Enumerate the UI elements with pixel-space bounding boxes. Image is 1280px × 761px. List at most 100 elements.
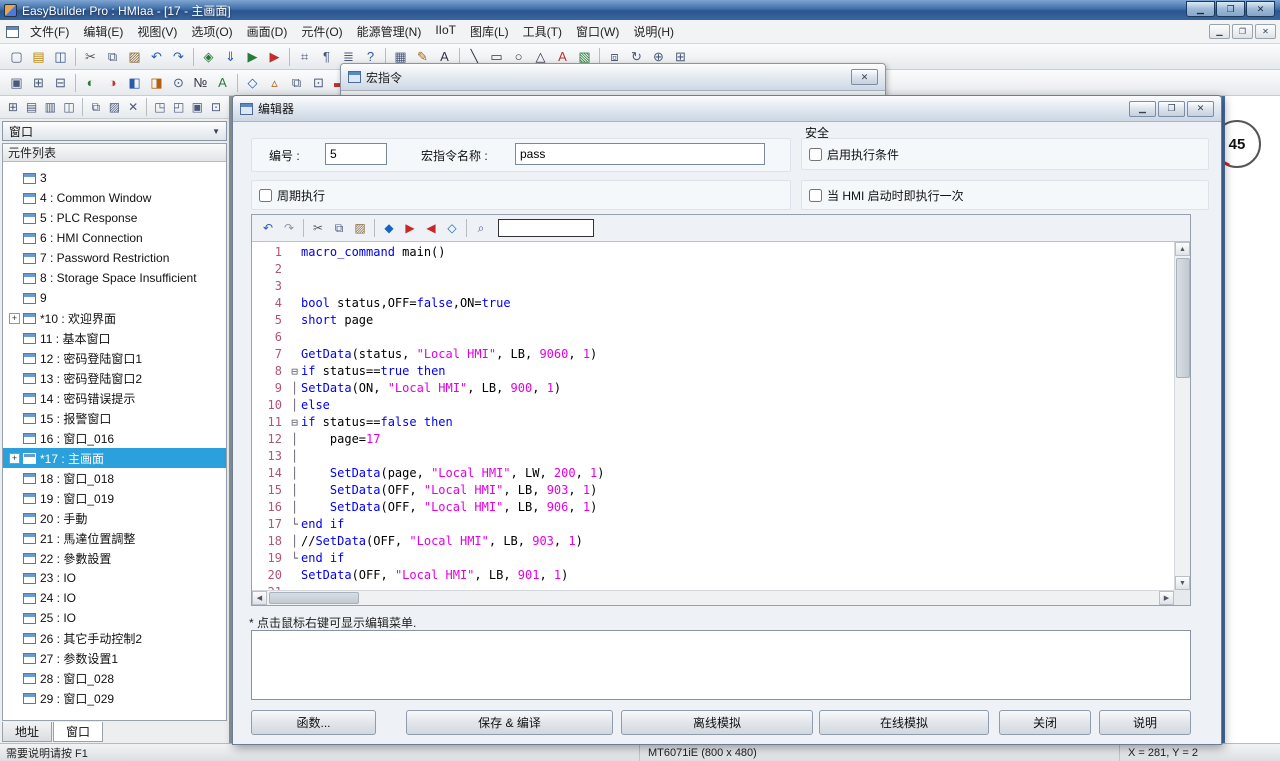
new-file-icon[interactable]: ▢ bbox=[6, 46, 27, 67]
window-settings-icon[interactable]: ▣ bbox=[188, 98, 206, 117]
menu-item-7[interactable]: IIoT bbox=[428, 20, 463, 43]
label-library-icon[interactable]: ¶ bbox=[316, 46, 337, 67]
close-button[interactable]: ✕ bbox=[1246, 1, 1275, 17]
code-line[interactable]: 3 bbox=[252, 278, 1174, 295]
tree-item-23[interactable]: 26 : 其它手动控制2 bbox=[3, 628, 226, 648]
horizontal-scroll-thumb[interactable] bbox=[269, 592, 359, 604]
offline-simulation-button[interactable]: 离线模拟 bbox=[621, 710, 813, 735]
tree-item-22[interactable]: 25 : IO bbox=[3, 608, 226, 628]
macro-number-input[interactable] bbox=[325, 143, 387, 165]
mdi-child-icon[interactable] bbox=[6, 26, 19, 38]
open-file-icon[interactable]: ▤ bbox=[28, 46, 49, 67]
tree-item-13[interactable]: 16 : 窗口_016 bbox=[3, 428, 226, 448]
indirect-window-icon[interactable]: ⧉ bbox=[286, 72, 307, 93]
cut-icon[interactable]: ✂ bbox=[308, 218, 328, 238]
run-once-checkbox-input[interactable] bbox=[809, 189, 822, 202]
moving-shape-icon[interactable]: ◇ bbox=[242, 72, 263, 93]
menu-item-2[interactable]: 视图(V) bbox=[130, 20, 184, 43]
undo-icon[interactable]: ↶ bbox=[258, 218, 278, 238]
code-line[interactable]: 8⊟if status==true then bbox=[252, 363, 1174, 380]
tree-item-3[interactable]: 6 : HMI Connection bbox=[3, 228, 226, 248]
run-once-checkbox[interactable]: 当 HMI 启动时即执行一次 bbox=[809, 185, 964, 205]
panel-tab-1[interactable]: 窗口 bbox=[53, 722, 103, 742]
help-button[interactable]: 说明 bbox=[1099, 710, 1191, 735]
code-line[interactable]: 12│ page=17 bbox=[252, 431, 1174, 448]
collapse-all-icon[interactable]: ◰ bbox=[170, 98, 188, 117]
code-line[interactable]: 10│else bbox=[252, 397, 1174, 414]
ascii-input-icon[interactable]: A bbox=[212, 72, 233, 93]
code-search-input[interactable] bbox=[498, 219, 594, 237]
online-simulation-button[interactable]: 在线模拟 bbox=[819, 710, 989, 735]
window-paste-icon[interactable]: ▨ bbox=[106, 98, 124, 117]
macro-window-close-button[interactable]: ✕ bbox=[851, 69, 878, 85]
bit-lamp-icon[interactable]: ◐ bbox=[80, 72, 101, 93]
panel-tab-0[interactable]: 地址 bbox=[2, 722, 52, 742]
download-icon[interactable]: ⇓ bbox=[220, 46, 241, 67]
object-list-icon[interactable]: ▥ bbox=[41, 98, 59, 117]
redo-icon[interactable]: ↷ bbox=[168, 46, 189, 67]
window-settings-icon[interactable]: ▣ bbox=[6, 72, 27, 93]
tree-item-10[interactable]: 13 : 密码登陆窗口2 bbox=[3, 368, 226, 388]
mdi-restore-button[interactable]: ❐ bbox=[1232, 24, 1253, 39]
macro-name-input[interactable] bbox=[515, 143, 765, 165]
scroll-down-arrow[interactable]: ▼ bbox=[1175, 576, 1190, 590]
menu-item-10[interactable]: 窗口(W) bbox=[569, 20, 626, 43]
code-line[interactable]: 4bool status,OFF=false,ON=true bbox=[252, 295, 1174, 312]
code-line[interactable]: 14│ SetData(page, "Local HMI", LW, 200, … bbox=[252, 465, 1174, 482]
window-tree-icon[interactable]: ▤ bbox=[23, 98, 41, 117]
menu-item-4[interactable]: 画面(D) bbox=[240, 20, 295, 43]
code-line[interactable]: 16│ SetData(OFF, "Local HMI", LB, 906, 1… bbox=[252, 499, 1174, 516]
editor-close-button[interactable]: ✕ bbox=[1187, 101, 1214, 117]
menu-item-3[interactable]: 选项(O) bbox=[184, 20, 239, 43]
scroll-right-arrow[interactable]: ▶ bbox=[1159, 591, 1174, 605]
maximize-button[interactable]: ❐ bbox=[1216, 1, 1245, 17]
mdi-minimize-button[interactable]: ▁ bbox=[1209, 24, 1230, 39]
menu-item-5[interactable]: 元件(O) bbox=[294, 20, 349, 43]
tree-item-7[interactable]: +*10 : 欢迎界面 bbox=[3, 308, 226, 328]
window-copy-icon[interactable]: ⧉ bbox=[87, 98, 105, 117]
numeric-input-icon[interactable]: № bbox=[190, 72, 211, 93]
bookmark-toggle-icon[interactable]: ◆ bbox=[379, 218, 399, 238]
tree-item-14[interactable]: +*17 : 主画面 bbox=[3, 448, 226, 468]
tree-item-18[interactable]: 21 : 馬達位置調整 bbox=[3, 528, 226, 548]
code-line[interactable]: 2 bbox=[252, 261, 1174, 278]
tree-item-20[interactable]: 23 : IO bbox=[3, 568, 226, 588]
functions-button[interactable]: 函数... bbox=[251, 710, 376, 735]
periodic-checkbox-input[interactable] bbox=[259, 189, 272, 202]
tree-item-4[interactable]: 7 : Password Restriction bbox=[3, 248, 226, 268]
address-grid-icon[interactable]: ⌗ bbox=[294, 46, 315, 67]
periodic-checkbox[interactable]: 周期执行 bbox=[259, 185, 325, 205]
paste-icon[interactable]: ▨ bbox=[350, 218, 370, 238]
paste-icon[interactable]: ▨ bbox=[124, 46, 145, 67]
tree-item-1[interactable]: 4 : Common Window bbox=[3, 188, 226, 208]
tree-item-26[interactable]: 29 : 窗口_029 bbox=[3, 688, 226, 708]
code-line[interactable]: 13│ bbox=[252, 448, 1174, 465]
tree-item-24[interactable]: 27 : 参数设置1 bbox=[3, 648, 226, 668]
code-line[interactable]: 5short page bbox=[252, 312, 1174, 329]
direct-window-icon[interactable]: ⊡ bbox=[308, 72, 329, 93]
minimize-button[interactable]: ▁ bbox=[1186, 1, 1215, 17]
menu-item-9[interactable]: 工具(T) bbox=[516, 20, 569, 43]
tree-expander-icon[interactable]: + bbox=[9, 453, 20, 464]
compile-message-box[interactable] bbox=[251, 630, 1191, 700]
code-line[interactable]: 11⊟if status==false then bbox=[252, 414, 1174, 431]
tree-item-25[interactable]: 28 : 窗口_028 bbox=[3, 668, 226, 688]
animation-icon[interactable]: ▵ bbox=[264, 72, 285, 93]
redo-icon[interactable]: ↷ bbox=[279, 218, 299, 238]
menu-item-1[interactable]: 编辑(E) bbox=[76, 20, 130, 43]
tree-item-8[interactable]: 11 : 基本窗口 bbox=[3, 328, 226, 348]
bookmark-next-icon[interactable]: ▶ bbox=[400, 218, 420, 238]
vertical-scroll-thumb[interactable] bbox=[1176, 258, 1190, 378]
new-window-icon[interactable]: ⊞ bbox=[4, 98, 22, 117]
code-line[interactable]: 9│SetData(ON, "Local HMI", LB, 900, 1) bbox=[252, 380, 1174, 397]
tree-item-9[interactable]: 12 : 密码登陆窗口1 bbox=[3, 348, 226, 368]
panel-selector[interactable]: 窗口 ▼ bbox=[2, 121, 227, 141]
tree-item-0[interactable]: 3 bbox=[3, 168, 226, 188]
code-line[interactable]: 6 bbox=[252, 329, 1174, 346]
tree-item-6[interactable]: 9 bbox=[3, 288, 226, 308]
word-lamp-icon[interactable]: ◑ bbox=[102, 72, 123, 93]
bookmark-prev-icon[interactable]: ◀ bbox=[421, 218, 441, 238]
code-line[interactable]: 17└end if bbox=[252, 516, 1174, 533]
save-compile-button[interactable]: 保存 & 编译 bbox=[406, 710, 613, 735]
window-grid-icon[interactable]: ⊡ bbox=[207, 98, 225, 117]
